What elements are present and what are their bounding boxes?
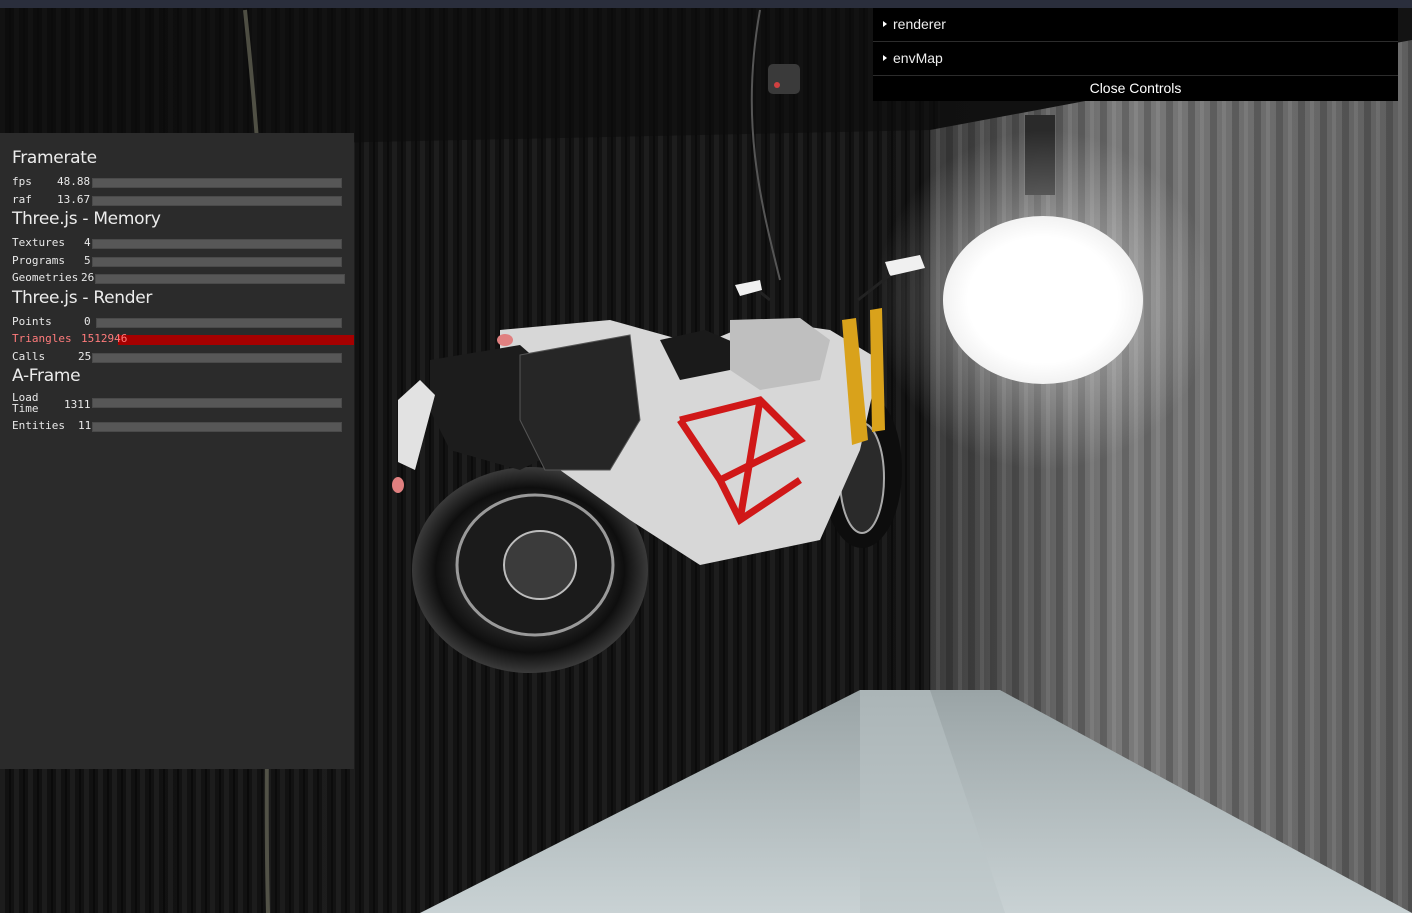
stats-row: fps 48.88 (12, 173, 342, 191)
folder-label: envMap (893, 50, 943, 66)
stats-row-value: 4 (84, 236, 91, 249)
stats-group-title: A-Frame (12, 366, 81, 386)
stats-row: Points 0 (12, 313, 342, 331)
stats-row-value: 13.67 (57, 192, 91, 206)
stats-row-value: 0 (84, 314, 91, 328)
stats-row-value: 11 (78, 419, 92, 432)
stats-group-title: Three.js - Render (12, 287, 153, 308)
stats-row-label: Programs (12, 253, 65, 267)
stats-row-value: 1311 (64, 398, 91, 411)
stats-row: raf 13.67 (12, 191, 342, 209)
folder-label: renderer (893, 16, 946, 32)
stats-row-value: 25 (78, 349, 92, 363)
stats-row-label: Calls (12, 349, 46, 363)
stats-row-label: Triangles (12, 332, 72, 345)
stats-graph-bar (96, 317, 342, 328)
stats-graph-bar (92, 178, 342, 188)
stats-group-title: Framerate (12, 148, 97, 168)
stats-graph-bar (92, 398, 342, 408)
stats-row-label: Points (12, 314, 52, 328)
stats-row-value: 48.88 (57, 175, 91, 188)
top-bar (0, 0, 1412, 8)
stats-row-value: 26 (81, 271, 95, 284)
stats-graph-bar (118, 335, 354, 345)
stats-group-title: Three.js - Memory (12, 209, 161, 229)
stats-graph-bar (92, 239, 342, 249)
stats-row-label: Textures (12, 236, 65, 249)
stats-row: Calls 25 (12, 348, 342, 366)
stats-graph-bar (92, 256, 342, 267)
stats-row-label: Geometries (12, 271, 79, 284)
stats-row-label: Load Time (12, 391, 39, 415)
stats-row-label: fps (12, 175, 32, 188)
stats-row: Entities 11 (12, 417, 342, 435)
stats-row: Triangles 1512946 (12, 330, 354, 348)
caret-right-icon (883, 21, 887, 27)
caret-right-icon (883, 55, 887, 61)
stats-row-value: 5 (84, 253, 91, 267)
stats-row: Programs 5 (12, 252, 342, 270)
stats-panel: Framerate fps 48.88 raf 13.67 Three.js - Memo… (0, 133, 354, 769)
stats-row: Geometries 26 (12, 269, 345, 287)
close-controls-button[interactable]: Close Controls (873, 76, 1398, 101)
stats-graph-bar (92, 352, 342, 363)
stats-row-label: raf (12, 192, 32, 206)
stats-graph-bar (95, 274, 345, 284)
folder-renderer[interactable]: renderer (873, 8, 1398, 42)
stats-graph-bar (92, 195, 342, 206)
stats-row: Textures 4 (12, 234, 342, 252)
stats-row-label: Entities (12, 419, 65, 432)
stats-graph-bar (92, 422, 342, 432)
stats-row: Load Time 1311 (12, 391, 342, 417)
gui-controls: renderer envMap Close Controls (873, 8, 1398, 101)
stats-row-value: 1512946 (81, 332, 128, 345)
folder-envmap[interactable]: envMap (873, 42, 1398, 76)
